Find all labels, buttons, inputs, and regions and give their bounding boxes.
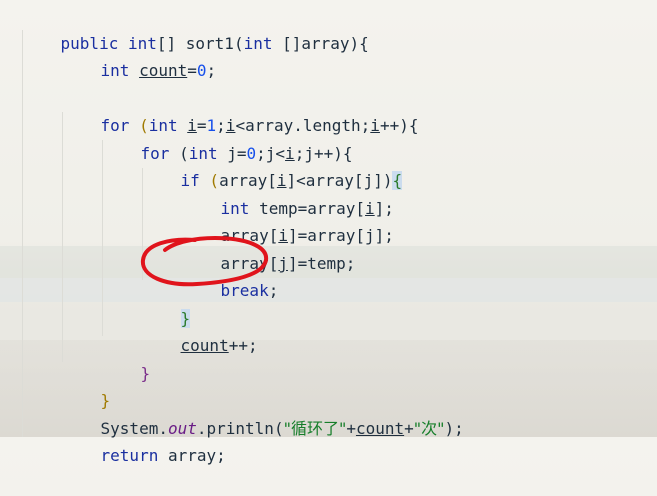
string-literal: "次" (413, 419, 445, 438)
variable: j (278, 254, 288, 273)
code-text: []array){ (272, 34, 369, 53)
code-line-10[interactable]: break; (182, 250, 279, 300)
number: 0 (196, 61, 207, 80)
code-line-15[interactable]: System.out.println("循环了"+count+"次"); (62, 388, 464, 438)
code-text: array; (167, 446, 226, 465)
code-text: ; (206, 61, 217, 80)
code-text: + (346, 419, 356, 438)
code-line-5[interactable]: for (int j=0;j<i;j++){ (102, 113, 353, 163)
code-line-16[interactable]: return array; (62, 415, 226, 465)
code-text: ); (444, 419, 464, 438)
code-text: + (404, 419, 414, 438)
code-editor[interactable]: public int[] sort1(int []array){ int cou… (0, 0, 657, 465)
type: int (243, 34, 273, 53)
code-line-12[interactable]: count++; (142, 305, 258, 355)
code-line-8[interactable]: array[i]=array[j]; (182, 195, 394, 245)
code-line-2[interactable]: int count=0; (62, 30, 217, 80)
keyword: return (100, 446, 168, 465)
background-band (0, 278, 657, 302)
variable: count (355, 419, 405, 438)
code-line-6[interactable]: if (array[i]<array[j]){ (142, 140, 403, 190)
keyword: break (220, 281, 269, 300)
code-text: = (187, 61, 197, 80)
code-line-1[interactable]: public int[] sort1(int []array){ (22, 3, 369, 53)
code-line-13[interactable]: } (102, 333, 151, 383)
code-line-4[interactable]: for (int i=1;i<array.length;i++){ (62, 85, 419, 135)
code-text: ++){ (379, 116, 419, 135)
code-line-14[interactable]: } (62, 360, 111, 410)
code-line-11[interactable]: } (142, 278, 191, 328)
variable: count (139, 61, 188, 80)
variable: count (180, 336, 229, 355)
code-text: ]=temp; (287, 254, 356, 273)
code-text: ; (268, 281, 279, 300)
code-text: ++; (228, 336, 258, 355)
type: int (100, 61, 140, 80)
code-line-7[interactable]: int temp=array[i]; (182, 168, 394, 218)
indent-guide (22, 30, 23, 437)
code-line-9[interactable]: array[j]=temp; (182, 223, 356, 273)
string-literal: "循环了" (283, 419, 347, 438)
variable: i (370, 116, 380, 135)
closing-brace: } (140, 364, 151, 383)
